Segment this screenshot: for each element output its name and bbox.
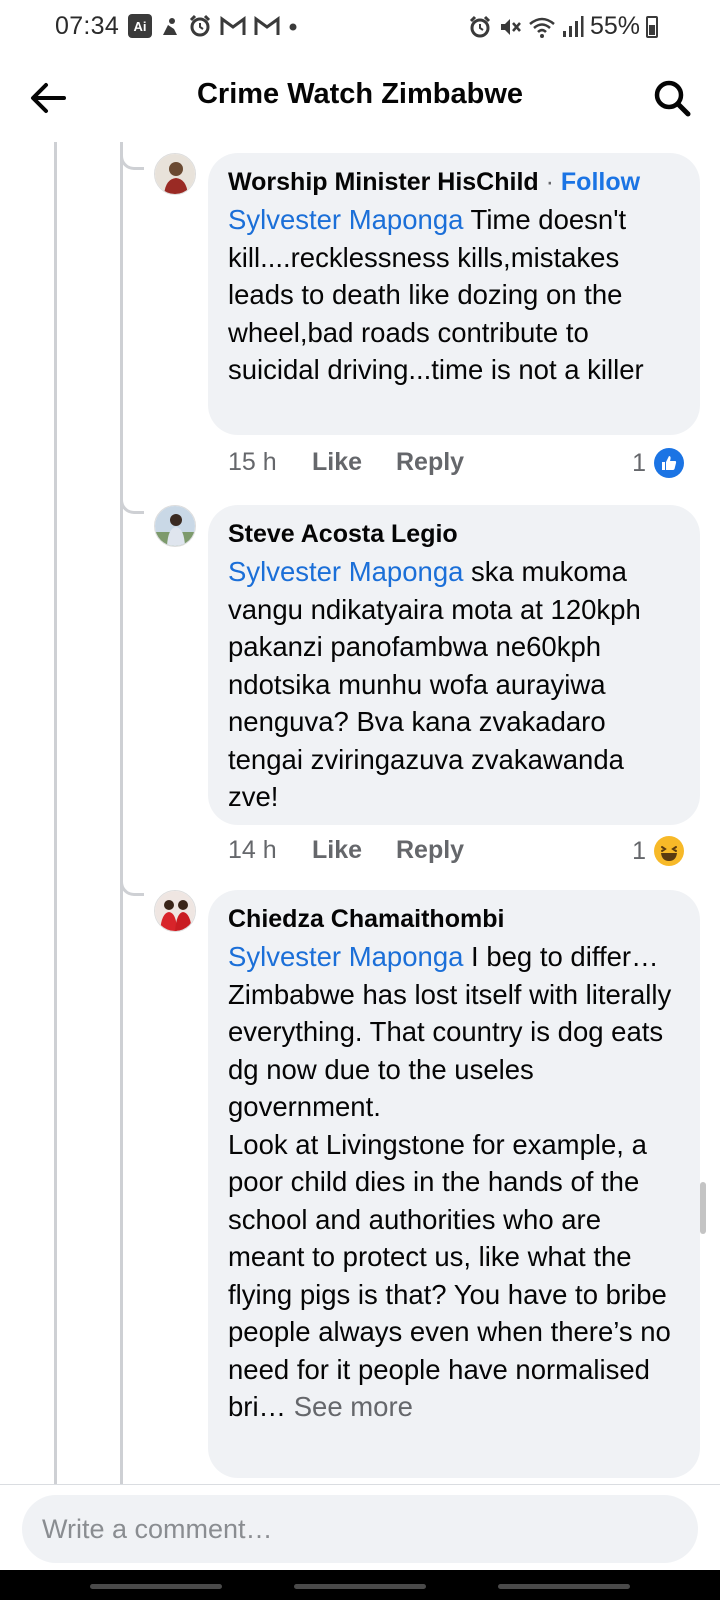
comment-text: Sylvester Maponga ska mukoma vangu ndika… [228,553,680,816]
avatar-image [155,154,195,194]
comment-author: Worship Minister HisChild · Follow [228,167,680,197]
comment-actions: 14 h Like Reply [228,836,464,865]
avatar-image [155,506,195,546]
nav-home-button[interactable] [294,1584,426,1589]
see-more-link[interactable]: See more [286,1391,413,1422]
system-icons: 55% [468,12,658,41]
comment-text: Sylvester Maponga Time doesn't kill....r… [228,201,680,389]
reaction-count: 1 [632,836,646,865]
reaction-summary[interactable]: 1 [632,448,684,478]
mention-link[interactable]: Sylvester Maponga [228,556,463,587]
like-button[interactable]: Like [312,836,396,865]
author-name[interactable]: Chiedza Chamaithombi [228,905,504,933]
comment-input[interactable] [22,1495,698,1563]
mute-icon [500,18,521,35]
comment-composer [0,1484,720,1571]
battery-percent: 55% [589,12,640,40]
comment-bubble[interactable]: Worship Minister HisChild · Follow Sylve… [208,153,700,435]
comment-bubble[interactable]: Chiedza Chamaithombi Sylvester Maponga I… [208,890,700,1478]
page-title: Crime Watch Zimbabwe [196,78,524,110]
thread-line-outer [54,142,57,1484]
nav-recents-button[interactable] [90,1584,222,1589]
status-bar: 07:34 Ai 55% [0,0,720,56]
battery-icon [646,15,658,38]
gmail-icon [254,16,280,35]
scrollbar-thumb[interactable] [700,1182,706,1234]
reaction-summary[interactable]: 1 [632,836,684,866]
mention-link[interactable]: Sylvester Maponga [228,941,463,972]
status-time: 07:34 [55,12,120,40]
reply-connector [120,882,144,896]
author-name[interactable]: Worship Minister HisChild [228,168,539,196]
separator-dot: · [545,168,554,196]
mention-link[interactable]: Sylvester Maponga [228,204,463,235]
thread-line-inner [120,142,123,1484]
avatar-image [155,891,195,931]
reaction-count: 1 [632,448,646,477]
comment-author: Steve Acosta Legio [228,519,680,549]
system-navigation-bar [0,1570,720,1600]
comment-body: ska mukoma vangu ndikatyaira mota at 120… [228,556,641,812]
avatar[interactable] [154,890,196,932]
haha-reaction-icon [654,836,684,866]
alarm-icon [189,14,211,37]
comment-body: I beg to differ… Zimbabwe has lost itsel… [228,941,672,1422]
top-app-bar: Crime Watch Zimbabwe [0,56,720,140]
nav-back-button[interactable] [498,1584,630,1589]
author-name[interactable]: Steve Acosta Legio [228,520,458,548]
reply-connector [120,156,144,170]
comment-time[interactable]: 14 h [228,836,312,865]
like-button[interactable]: Like [312,448,396,477]
comment-actions: 15 h Like Reply [228,448,464,477]
reply-button[interactable]: Reply [396,448,464,477]
follow-button[interactable]: Follow [561,168,640,196]
comment-bubble[interactable]: Steve Acosta Legio Sylvester Maponga ska… [208,505,700,825]
avatar[interactable] [154,505,196,547]
avatar[interactable] [154,153,196,195]
alarm-icon [469,15,491,37]
dot-icon [289,23,297,31]
comment-author: Chiedza Chamaithombi [228,904,680,934]
comment-time[interactable]: 15 h [228,448,312,477]
bixby-icon [163,18,177,35]
search-icon [654,80,691,117]
signal-icon [562,15,584,37]
ai-icon: Ai [128,14,152,38]
notification-icons: Ai [128,14,298,38]
comment-text: Sylvester Maponga I beg to differ… Zimba… [228,938,680,1426]
search-button[interactable] [650,76,694,120]
reply-connector [120,500,144,514]
reply-button[interactable]: Reply [396,836,464,865]
gmail-icon [220,16,246,35]
wifi-icon [529,17,555,38]
like-reaction-icon [654,448,684,478]
